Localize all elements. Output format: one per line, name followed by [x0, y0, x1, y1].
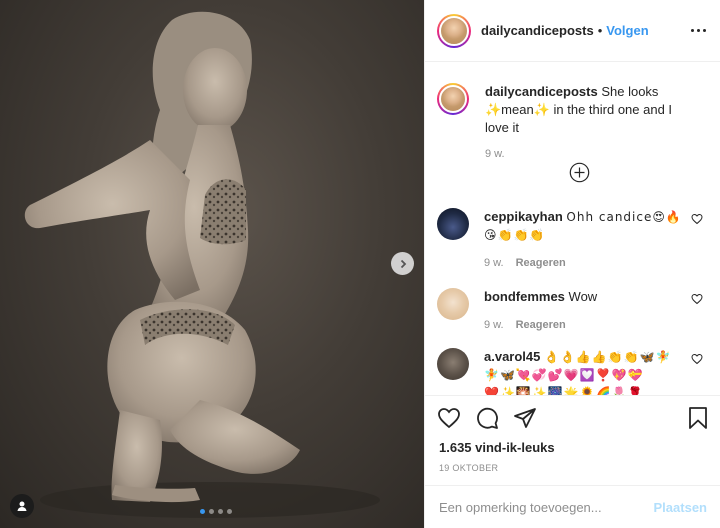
comment-text-line2: 🧚🦋💘💞💕💗💟❣️💖💝: [484, 368, 644, 382]
comment-username[interactable]: ceppikayhan: [484, 209, 563, 224]
chevron-right-icon: [400, 259, 406, 268]
comment-input[interactable]: [439, 500, 654, 515]
like-comment-icon[interactable]: [691, 352, 703, 370]
comment-item: bondfemmes Wow 9 w. Reageren: [437, 288, 711, 334]
post-photo[interactable]: [0, 0, 424, 528]
like-icon[interactable]: [437, 406, 461, 430]
comment-username[interactable]: a.varol45: [484, 349, 540, 364]
carousel-dot: [218, 509, 223, 514]
post-side-panel: dailycandiceposts • Volgen dailycandicep…: [424, 0, 720, 528]
header-separator: •: [597, 23, 603, 38]
commenter-avatar[interactable]: [437, 208, 469, 240]
comment-text: Wow: [568, 289, 598, 304]
follow-button[interactable]: Volgen: [606, 23, 648, 38]
like-comment-icon[interactable]: [691, 292, 703, 310]
post-actions: 1.635 vind-ik-leuks 19 OKTOBER Plaatsen: [425, 395, 720, 528]
commenter-avatar[interactable]: [437, 288, 469, 320]
carousel-dot: [209, 509, 214, 514]
next-slide-button[interactable]: [391, 252, 414, 275]
tagged-users-button[interactable]: [10, 494, 34, 518]
commenter-avatar[interactable]: [437, 348, 469, 380]
carousel-dot-active: [200, 509, 205, 514]
comment-text: Ohh candice😍🔥: [566, 210, 682, 224]
comment-text-line2: 😘👏👏👏: [484, 228, 546, 242]
add-comment-bar: Plaatsen: [425, 485, 720, 528]
caption-username[interactable]: dailycandiceposts: [485, 84, 598, 99]
reply-button[interactable]: Reageren: [516, 316, 566, 334]
like-count[interactable]: 1.635 vind-ik-leuks: [425, 440, 720, 455]
plus-circle-icon: [569, 162, 590, 183]
author-avatar[interactable]: [437, 13, 471, 48]
caption-avatar[interactable]: [437, 83, 469, 115]
comments-list: dailycandiceposts She looks ✨mean✨ in th…: [425, 63, 720, 395]
comment-text: 👌👌👍👍👏👏🦋🧚: [544, 350, 672, 364]
comment-item: ceppikayhan Ohh candice😍🔥 😘👏👏👏 9 w. Reage…: [437, 208, 711, 272]
comment-item: a.varol45 👌👌👍👍👏👏🦋🧚 🧚🦋💘💞💕💗💟❣️💖💝 ❤️✨🎇✨🎆🌟🌻🌈…: [437, 348, 711, 395]
save-bookmark-icon[interactable]: [687, 406, 709, 430]
share-icon[interactable]: [513, 406, 537, 430]
caption-text-line2: ✨mean✨ in the third one and I love it: [485, 102, 673, 135]
caption-text-line1: She looks: [601, 84, 659, 99]
carousel-dot: [227, 509, 232, 514]
comment-icon[interactable]: [475, 406, 499, 430]
caption-time[interactable]: 9 w.: [485, 145, 505, 163]
reply-button[interactable]: Reageren: [516, 254, 566, 272]
carousel-indicator: [200, 509, 232, 514]
post-comment-button[interactable]: Plaatsen: [654, 500, 707, 515]
post-date[interactable]: 19 OKTOBER: [425, 463, 720, 473]
load-more-comments-button[interactable]: [569, 162, 590, 188]
user-icon: [17, 501, 27, 511]
author-username[interactable]: dailycandiceposts: [481, 23, 594, 38]
post-header: dailycandiceposts • Volgen: [425, 0, 720, 62]
photo-illustration: [24, 11, 380, 518]
more-options-icon[interactable]: [691, 29, 706, 32]
comment-time[interactable]: 9 w.: [484, 254, 504, 272]
comment-username[interactable]: bondfemmes: [484, 289, 565, 304]
comment-time[interactable]: 9 w.: [484, 316, 504, 334]
action-icons-row: [425, 396, 720, 440]
caption: dailycandiceposts She looks ✨mean✨ in th…: [437, 83, 711, 163]
comment-text-line3: ❤️✨🎇✨🎆🌟🌻🌈🌷🌹: [484, 386, 644, 395]
like-comment-icon[interactable]: [691, 212, 703, 230]
